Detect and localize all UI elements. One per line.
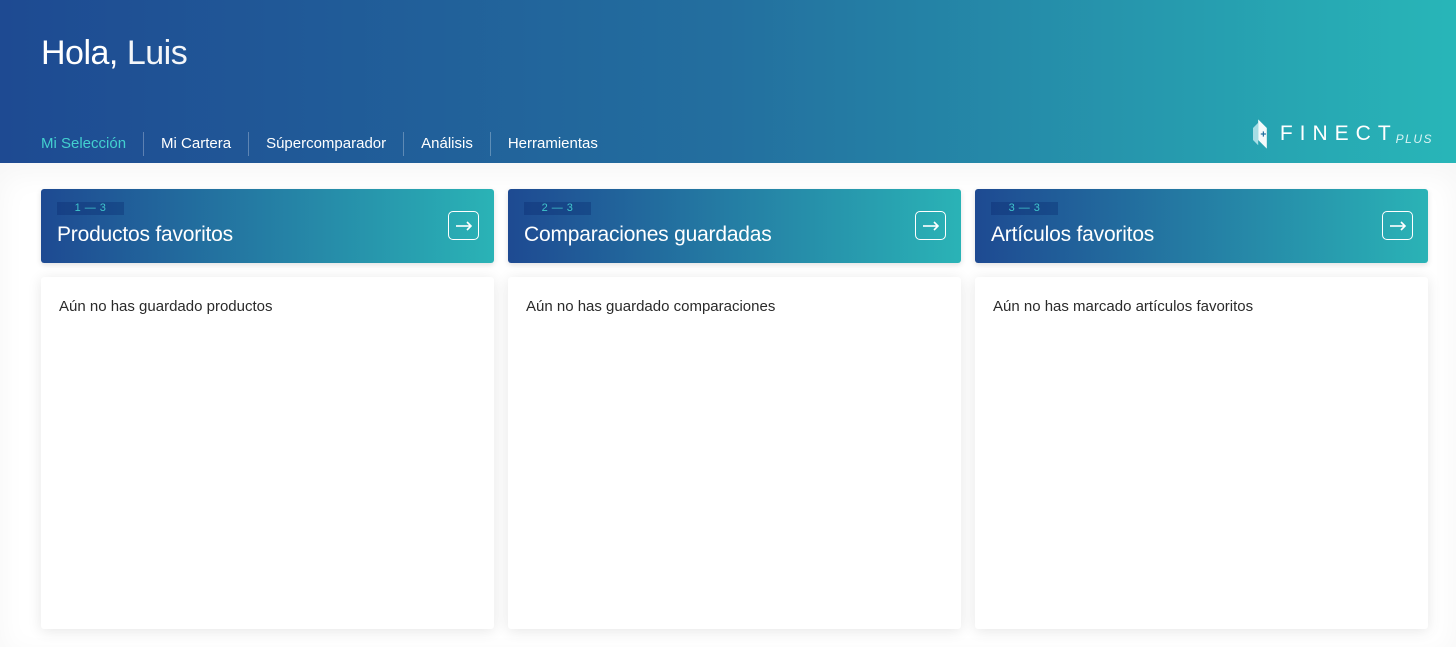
card-title: Comparaciones guardadas xyxy=(524,223,772,246)
card-title: Artículos favoritos xyxy=(991,223,1155,246)
step-badge: 2 — 3 xyxy=(524,202,591,215)
card-body: Aún no has marcado artículos favoritos xyxy=(975,277,1428,629)
card-header[interactable]: 3 — 3 Artículos favoritos xyxy=(975,189,1428,263)
greeting: Hola, Luis xyxy=(41,34,188,73)
arrow-right-icon xyxy=(1389,220,1406,231)
logo-suffix: PLUS xyxy=(1395,131,1433,146)
empty-message: Aún no has marcado artículos favoritos xyxy=(993,298,1254,315)
arrow-right-icon xyxy=(455,220,472,231)
logo-wordmark: FINECT xyxy=(1279,122,1398,145)
empty-message: Aún no has guardado productos xyxy=(59,298,273,315)
card-title: Productos favoritos xyxy=(57,223,233,246)
nav-item-supercomparador[interactable]: Súpercomparador xyxy=(248,132,403,156)
card-header[interactable]: 1 — 3 Productos favoritos xyxy=(41,189,494,263)
card-header[interactable]: 2 — 3 Comparaciones guardadas xyxy=(508,189,961,263)
card-articulos-favoritos: 3 — 3 Artículos favoritos Aún no has mar… xyxy=(975,189,1428,629)
card-productos-favoritos: 1 — 3 Productos favoritos Aún no has gua… xyxy=(41,189,494,629)
open-productos-button[interactable] xyxy=(448,211,479,240)
open-articulos-button[interactable] xyxy=(1382,211,1413,240)
card-body: Aún no has guardado comparaciones xyxy=(508,277,961,629)
user-name: Luis xyxy=(126,34,188,72)
card-comparaciones-guardadas: 2 — 3 Comparaciones guardadas Aún no has… xyxy=(508,189,961,629)
nav-item-analisis[interactable]: Análisis xyxy=(403,132,490,156)
finect-plus-logo[interactable]: FINECT PLUS xyxy=(1253,116,1433,152)
nav-item-mi-seleccion[interactable]: Mi Selección xyxy=(41,132,143,156)
empty-message: Aún no has guardado comparaciones xyxy=(526,298,776,315)
step-badge: 3 — 3 xyxy=(991,202,1058,215)
nav-item-herramientas[interactable]: Herramientas xyxy=(489,132,615,156)
greeting-salutation: Hola, xyxy=(41,34,118,72)
arrow-right-icon xyxy=(922,220,939,231)
page-header: Hola, Luis Mi Selección Mi Cartera Súper… xyxy=(0,0,1456,163)
main-nav: Mi Selección Mi Cartera Súpercomparador … xyxy=(41,132,615,156)
finect-logo-icon xyxy=(1253,119,1267,149)
step-badge: 1 — 3 xyxy=(57,202,124,215)
card-body: Aún no has guardado productos xyxy=(41,277,494,629)
nav-item-mi-cartera[interactable]: Mi Cartera xyxy=(143,132,248,156)
open-comparaciones-button[interactable] xyxy=(915,211,946,240)
main-content: 1 — 3 Productos favoritos Aún no has gua… xyxy=(0,163,1456,647)
